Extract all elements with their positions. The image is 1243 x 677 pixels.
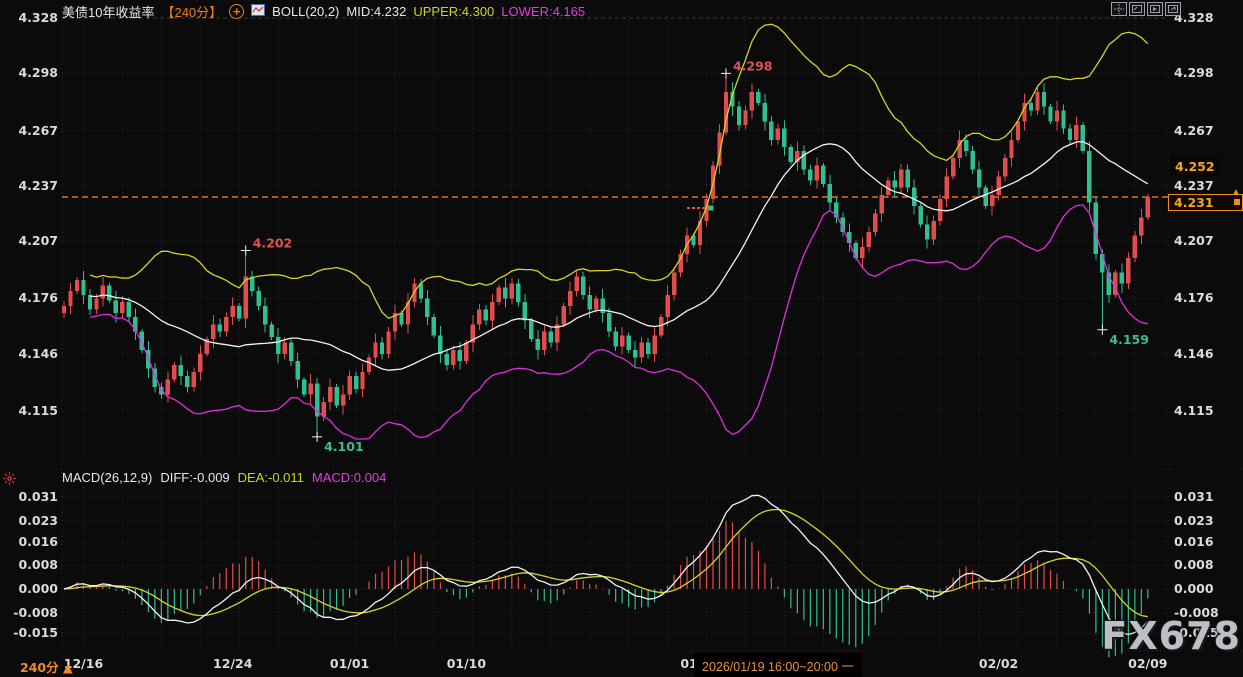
- chart-title: 美债10年收益率: [62, 2, 154, 21]
- price-axis-label-right: 4.176: [1174, 292, 1214, 305]
- price-annotations: 4.202 4.101 4.298 4.159: [241, 58, 1149, 453]
- x-axis-tick-12-24: 12/24: [213, 658, 252, 671]
- boll-mid-value: MID:4.232: [346, 4, 406, 19]
- boll-lower-value: LOWER:4.165: [501, 4, 585, 19]
- boll-label: BOLL(20,2): [272, 4, 339, 19]
- macd-axis-label-right: 0.023: [1174, 515, 1214, 528]
- candlestick-chart-canvas[interactable]: 4.202 4.101 4.298 4.159: [0, 0, 1243, 677]
- boll-upper-value: UPPER:4.300: [413, 4, 494, 19]
- annotation-4.298: 4.298: [733, 58, 773, 73]
- x-axis-tick-02-09: 02/09: [1128, 658, 1167, 671]
- macd-axis-label-right: 0.000: [1174, 583, 1214, 596]
- x-axis-tick-02-02: 02/02: [979, 658, 1018, 671]
- annotation-4.101: 4.101: [324, 439, 364, 454]
- macd-axis-label-left: -0.008: [8, 607, 58, 620]
- macd-header: MACD(26,12,9) DIFF:-0.009 DEA:-0.011 MAC…: [62, 470, 386, 485]
- price-axis-label-left: 4.298: [8, 67, 58, 80]
- macd-axis-label-left: 0.008: [8, 559, 58, 572]
- macd-axis-label-left: 0.000: [8, 583, 58, 596]
- price-axis-label-right: 4.267: [1174, 125, 1214, 138]
- macd-axis-label-left: -0.015: [8, 627, 58, 640]
- crosshair-date-tooltip: 2026/01/19 16:00~20:00 一: [694, 653, 862, 677]
- price-axis-label-left: 4.176: [8, 292, 58, 305]
- marked-price-label: 4.252: [1170, 157, 1220, 176]
- price-axis-label-left: 4.267: [8, 125, 58, 138]
- chart-period[interactable]: 【240分】: [161, 2, 222, 21]
- pan-icon[interactable]: [1111, 2, 1127, 16]
- pane-export-icon[interactable]: [1165, 2, 1181, 16]
- price-axis-label-left: 4.328: [8, 12, 58, 25]
- price-axis-label-right: 4.115: [1174, 405, 1214, 418]
- pane-chart-icon[interactable]: [1129, 2, 1145, 16]
- macd-axis-label-left: 0.031: [8, 491, 58, 504]
- macd-value: MACD:0.004: [312, 470, 386, 485]
- price-axis-label-right: 4.207: [1174, 235, 1214, 248]
- hover-price-marker: [687, 206, 713, 211]
- price-axis-label-right: 4.298: [1174, 67, 1214, 80]
- macd-axis-label-right: 0.008: [1174, 559, 1214, 572]
- macd-axis-label-left: 0.016: [8, 536, 58, 549]
- price-axis-label-right: 4.146: [1174, 348, 1214, 361]
- price-axis-label-left: 4.146: [8, 348, 58, 361]
- x-axis-tick-01-01: 01/01: [330, 658, 369, 671]
- macd-dea-value: DEA:-0.011: [238, 470, 304, 485]
- up-arrow-icon: ▲: [1231, 187, 1241, 198]
- chart-window: 4.202 4.101 4.298 4.159 美债10年收益率【240分】 + BO…: [0, 0, 1243, 677]
- pane-play-icon[interactable]: [1147, 2, 1163, 16]
- red-burst-icon: [2, 471, 17, 491]
- macd-name: MACD(26,12,9): [62, 470, 152, 485]
- price-axis-label-left: 4.237: [8, 180, 58, 193]
- price-axis-label-left: 4.207: [8, 235, 58, 248]
- orange-square-icon: [1234, 199, 1240, 205]
- price-axis-label-left: 4.115: [8, 405, 58, 418]
- circle-plus-icon[interactable]: +: [229, 4, 244, 19]
- macd-axis-label-left: 0.023: [8, 515, 58, 528]
- window-toolbar: [1111, 2, 1181, 16]
- period-selector[interactable]: 240分 ▲: [20, 657, 73, 676]
- watermark: FX678: [1101, 614, 1241, 658]
- price-axis-label-right: 4.237: [1174, 180, 1214, 193]
- annotation-4.159: 4.159: [1109, 332, 1149, 347]
- candles: [62, 73, 1150, 436]
- macd-axis-label-right: 0.016: [1174, 536, 1214, 549]
- x-axis-tick-01-10: 01/10: [447, 658, 486, 671]
- annotation-4.202: 4.202: [253, 235, 293, 250]
- period-arrow-icon: ▲: [63, 660, 73, 675]
- macd-diff-value: DIFF:-0.009: [160, 470, 229, 485]
- macd-axis-label-right: 0.031: [1174, 491, 1214, 504]
- bollinger-bands: [90, 24, 1148, 439]
- chart-header: 美债10年收益率【240分】 + BOLL(20,2) MID:4.232 UP…: [62, 2, 585, 21]
- chart-thumbnail-icon[interactable]: [251, 4, 265, 19]
